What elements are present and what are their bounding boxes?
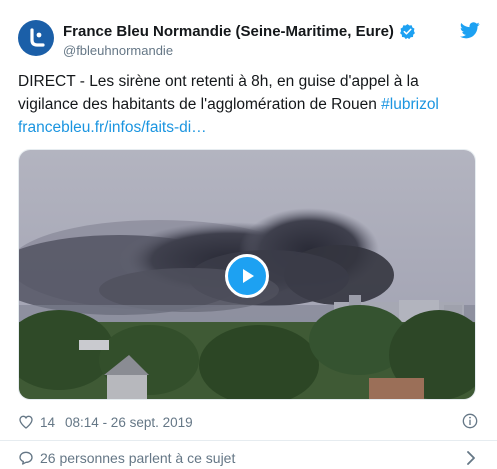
divider <box>0 440 497 441</box>
name-line: France Bleu Normandie (Seine-Maritime, E… <box>63 23 416 40</box>
conversation-icon <box>19 451 33 465</box>
play-icon <box>243 269 254 283</box>
twitter-bird-icon[interactable] <box>460 22 480 39</box>
timestamp[interactable]: 08:14 - 26 sept. 2019 <box>65 415 193 430</box>
hashtag-link[interactable]: #lubrizol <box>381 96 439 113</box>
verified-icon <box>399 24 415 40</box>
avatar[interactable] <box>18 20 54 56</box>
heart-icon[interactable] <box>18 414 34 430</box>
handle[interactable]: @fbleuhnormandie <box>63 43 173 58</box>
tweet-footer: 14 08:14 - 26 sept. 2019 <box>18 412 480 432</box>
play-button[interactable] <box>225 254 269 298</box>
tweet-header: France Bleu Normandie (Seine-Maritime, E… <box>18 14 480 62</box>
display-name[interactable]: France Bleu Normandie (Seine-Maritime, E… <box>63 23 394 40</box>
like-count[interactable]: 14 <box>40 415 55 430</box>
info-icon[interactable] <box>462 413 478 429</box>
conversation-label: 26 personnes parlent à ce sujet <box>40 450 236 466</box>
chevron-right-icon <box>467 451 475 465</box>
tweet-text: DIRECT - Les sirène ont retenti à 8h, en… <box>18 70 480 139</box>
tweet-body: DIRECT - Les sirène ont retenti à 8h, en… <box>18 73 419 113</box>
tweet-card: France Bleu Normandie (Seine-Maritime, E… <box>0 0 497 469</box>
article-link[interactable]: francebleu.fr/infos/faits-di… <box>18 119 207 136</box>
video-player[interactable] <box>18 149 476 400</box>
conversation-link[interactable]: 26 personnes parlent à ce sujet <box>18 448 480 468</box>
avatar-logo-icon <box>30 28 45 47</box>
